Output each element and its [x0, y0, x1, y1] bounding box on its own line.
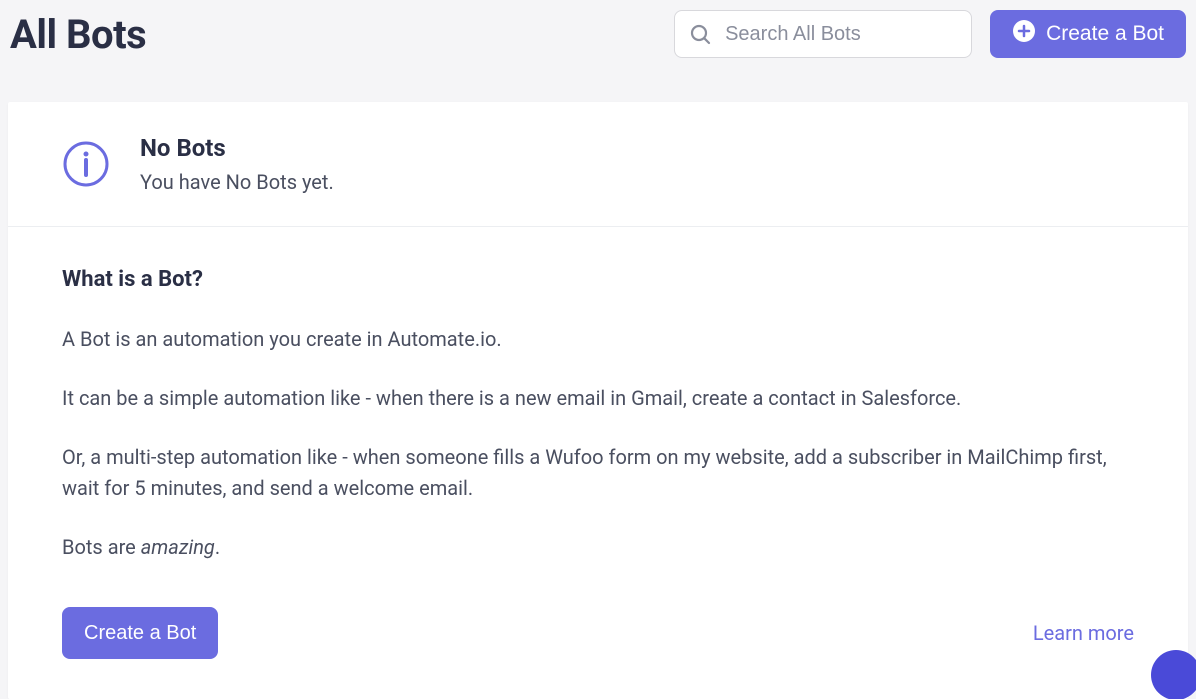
empty-state-subtitle: You have No Bots yet.	[140, 170, 334, 194]
chat-widget-icon[interactable]	[1151, 650, 1196, 699]
learn-more-link[interactable]: Learn more	[1033, 621, 1134, 645]
header-actions: Create a Bot	[674, 10, 1186, 58]
info-body: What is a Bot? A Bot is an automation yo…	[8, 227, 1188, 699]
empty-state-text: No Bots You have No Bots yet.	[140, 134, 334, 194]
main-panel: No Bots You have No Bots yet. What is a …	[8, 102, 1188, 699]
info-paragraph: Bots are amazing.	[62, 532, 1134, 563]
info-heading: What is a Bot?	[62, 267, 1134, 292]
info-paragraph: A Bot is an automation you create in Aut…	[62, 324, 1134, 355]
search-input[interactable]	[674, 10, 972, 58]
panel-footer: Create a Bot Learn more	[62, 607, 1134, 659]
empty-state-title: No Bots	[140, 134, 334, 162]
create-bot-button-secondary[interactable]: Create a Bot	[62, 607, 218, 659]
info-paragraph: It can be a simple automation like - whe…	[62, 383, 1134, 414]
plus-circle-icon	[1012, 19, 1036, 49]
info-paragraph: Or, a multi-step automation like - when …	[62, 442, 1134, 504]
create-bot-button-label: Create a Bot	[1046, 22, 1164, 46]
page-header: All Bots Create a Bot	[0, 0, 1196, 78]
empty-state-header: No Bots You have No Bots yet.	[8, 102, 1188, 227]
search-wrapper	[674, 10, 972, 58]
create-bot-button[interactable]: Create a Bot	[990, 10, 1186, 58]
page-title: All Bots	[10, 11, 146, 58]
info-icon	[62, 140, 110, 188]
search-icon	[688, 22, 712, 46]
